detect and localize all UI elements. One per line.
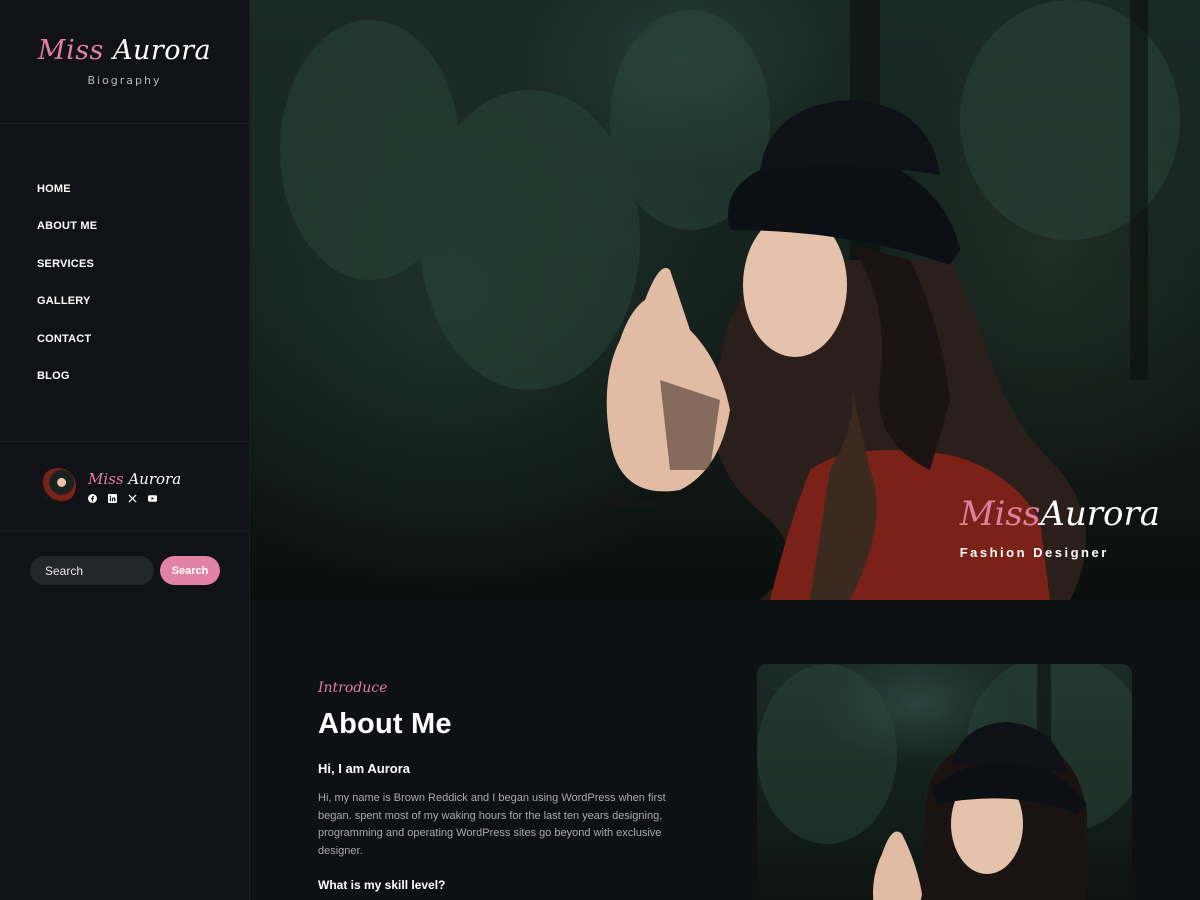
section-kicker: Introduce (318, 680, 388, 696)
profile-name: Miss Aurora (88, 470, 181, 488)
hero-caption: MissAurora Fashion Designer (960, 497, 1160, 560)
hero-title: MissAurora (960, 497, 1160, 531)
site-logo-last: Aurora (113, 34, 212, 66)
facebook-icon[interactable] (88, 493, 97, 503)
about-paragraph: Hi, my name is Brown Reddick and I began… (318, 792, 666, 857)
x-icon[interactable] (128, 493, 137, 503)
profile-name-last: Aurora (128, 469, 182, 488)
site-logo[interactable]: Miss Aurora (38, 37, 211, 64)
linkedin-icon[interactable] (108, 493, 117, 503)
main-navigation: HOME ABOUT ME SERVICES GALLERY CONTACT B… (0, 124, 249, 442)
hero-banner: MissAurora Fashion Designer (250, 0, 1200, 600)
hero-title-last: Aurora (1040, 494, 1160, 534)
about-section: Introduce About Me Hi, I am Aurora Hi, m… (318, 680, 698, 892)
social-links (88, 493, 181, 503)
hero-title-first: Miss (959, 494, 1041, 534)
sidebar: Miss Aurora Biography HOME ABOUT ME SERV… (0, 0, 250, 900)
avatar (40, 468, 76, 504)
profile-name-first: Miss (88, 469, 124, 488)
nav-item-services[interactable]: SERVICES (37, 251, 249, 288)
about-image (757, 664, 1132, 900)
site-tagline: Biography (87, 73, 162, 87)
search-input[interactable] (30, 556, 154, 585)
nav-item-contact[interactable]: CONTACT (37, 326, 249, 363)
about-heading: Hi, I am Aurora (318, 761, 410, 776)
nav-item-blog[interactable]: BLOG (37, 363, 249, 400)
section-title: About Me (318, 708, 452, 740)
site-branding[interactable]: Miss Aurora Biography (0, 0, 249, 124)
site-logo-first: Miss (37, 34, 104, 66)
nav-item-gallery[interactable]: GALLERY (37, 288, 249, 325)
search-form: Search (0, 531, 249, 585)
nav-item-home[interactable]: HOME (37, 176, 249, 213)
nav-item-about-me[interactable]: ABOUT ME (37, 213, 249, 250)
profile-card: Miss Aurora (0, 442, 249, 531)
hero-subtitle: Fashion Designer (959, 545, 1109, 560)
about-subheading: What is my skill level? (318, 878, 446, 892)
youtube-icon[interactable] (148, 494, 157, 503)
search-button[interactable]: Search (160, 556, 220, 585)
